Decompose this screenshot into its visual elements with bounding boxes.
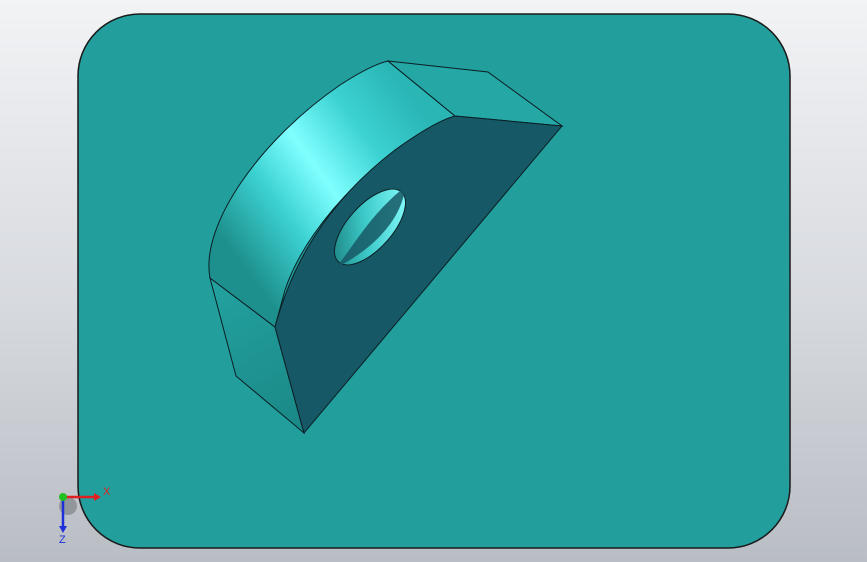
- graphics-viewport[interactable]: X Z: [0, 0, 867, 562]
- model-view[interactable]: X Z: [0, 0, 867, 562]
- y-axis-dot-icon: [59, 493, 67, 501]
- triad-x-label: X: [103, 486, 111, 498]
- triad-z-label: Z: [59, 534, 66, 546]
- z-axis-arrow-icon: [59, 526, 67, 533]
